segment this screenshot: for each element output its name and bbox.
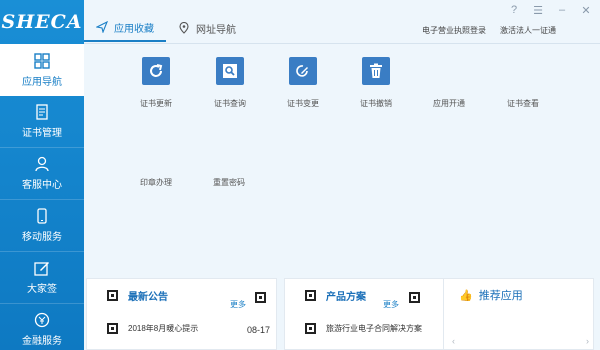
app-cert-change[interactable]: 证书变更 xyxy=(273,57,333,109)
sidebar-item-cert-manage[interactable]: 证书管理 xyxy=(0,96,84,148)
location-icon xyxy=(179,22,189,34)
products-more-link[interactable]: 更多 xyxy=(383,299,399,310)
tabs-divider xyxy=(84,43,600,44)
help-icon[interactable]: ? xyxy=(508,4,520,17)
sidebar-item-dajiaqian[interactable]: 大家签 xyxy=(0,252,84,304)
app-label: 证书查询 xyxy=(214,99,246,108)
app-label: 证书撤销 xyxy=(360,99,392,108)
coin-icon xyxy=(34,312,50,328)
tab-url-nav[interactable]: 网址导航 xyxy=(166,14,248,42)
app-label: 证书更新 xyxy=(140,99,172,108)
qr-icon xyxy=(107,290,118,301)
app-cert-view[interactable]: 证书查看 xyxy=(507,98,539,109)
send-icon xyxy=(96,21,108,33)
sheca-logo: SHECA xyxy=(1,11,83,33)
app-cert-revoke[interactable]: 证书撤销 xyxy=(346,57,406,109)
sidebar-item-label: 证书管理 xyxy=(22,128,62,139)
app-cert-query[interactable]: 证书查询 xyxy=(200,57,260,109)
sidebar-item-label: 大家签 xyxy=(27,284,57,295)
trash-icon xyxy=(362,57,390,85)
sidebar-item-service[interactable]: 客服中心 xyxy=(0,148,84,200)
news-more-link[interactable]: 更多 xyxy=(230,299,246,310)
window-controls: ? ☰ – ✕ xyxy=(508,4,592,17)
news-title: 最新公告 xyxy=(128,292,168,303)
prev-arrow-icon[interactable]: ‹ xyxy=(452,336,455,346)
app-label: 证书变更 xyxy=(287,99,319,108)
qr-icon xyxy=(305,290,316,301)
sidebar-item-label: 金融服务 xyxy=(22,336,62,347)
thumbs-up-icon: 👍 xyxy=(459,289,473,302)
tab-app-favorites[interactable]: 应用收藏 xyxy=(84,14,166,42)
menu-icon[interactable]: ☰ xyxy=(532,4,544,17)
activate-legal-cert-link[interactable]: 激活法人一证通 xyxy=(500,25,556,36)
app-reset-password[interactable]: 重置密码 xyxy=(213,177,245,188)
edit-circle-icon xyxy=(289,57,317,85)
news-header: 最新公告 xyxy=(107,288,168,303)
news-item-text: 2018年8月暖心提示 xyxy=(128,324,199,333)
sidebar: SHECA 应用导航 证书管理 客服中心 移动服务 大家签 金融服务 xyxy=(0,0,84,350)
app-seal-handling[interactable]: 印章办理 xyxy=(140,177,172,188)
sidebar-item-mobile[interactable]: 移动服务 xyxy=(0,200,84,252)
sidebar-item-label: 移动服务 xyxy=(22,232,62,243)
qr-icon xyxy=(409,292,420,303)
news-panel: 最新公告 更多 2018年8月暖心提示 08-17 xyxy=(86,278,277,350)
recommend-title: 推荐应用 xyxy=(478,290,523,302)
minimize-icon[interactable]: – xyxy=(556,4,568,17)
app-open-service[interactable]: 应用开通 xyxy=(433,98,465,109)
qr-icon xyxy=(107,323,118,334)
sidebar-item-finance[interactable]: 金融服务 xyxy=(0,304,84,350)
product-item[interactable]: 旅游行业电子合同解决方案 xyxy=(305,323,422,334)
document-icon xyxy=(36,104,48,120)
main-tabs: 应用收藏 网址导航 xyxy=(84,14,248,44)
products-panel: 产品方案 更多 旅游行业电子合同解决方案 xyxy=(284,278,444,350)
business-license-login-link[interactable]: 电子营业执照登录 xyxy=(422,25,486,36)
products-header: 产品方案 xyxy=(305,288,366,303)
tab-label: 网址导航 xyxy=(196,24,236,36)
top-links: 电子营业执照登录 激活法人一证通 xyxy=(422,25,556,36)
user-icon xyxy=(35,156,49,172)
products-title: 产品方案 xyxy=(326,292,366,303)
sidebar-item-app-nav[interactable]: 应用导航 xyxy=(0,44,84,96)
recommend-header: 👍 推荐应用 xyxy=(459,287,523,303)
qr-icon xyxy=(255,292,266,303)
next-arrow-icon[interactable]: › xyxy=(586,336,589,346)
product-item-text: 旅游行业电子合同解决方案 xyxy=(326,324,422,333)
close-icon[interactable]: ✕ xyxy=(580,4,592,17)
grid-icon xyxy=(34,52,50,69)
app-cert-update[interactable]: 证书更新 xyxy=(126,57,186,109)
tab-label: 应用收藏 xyxy=(114,23,154,35)
qr-icon xyxy=(305,323,316,334)
news-item[interactable]: 2018年8月暖心提示 xyxy=(107,323,198,334)
sidebar-item-label: 应用导航 xyxy=(22,76,62,88)
phone-icon xyxy=(37,208,47,224)
search-icon xyxy=(216,57,244,85)
news-item-date: 08-17 xyxy=(247,325,271,335)
edit-icon xyxy=(34,262,49,276)
refresh-icon xyxy=(142,57,170,85)
sidebar-item-label: 客服中心 xyxy=(22,180,62,191)
